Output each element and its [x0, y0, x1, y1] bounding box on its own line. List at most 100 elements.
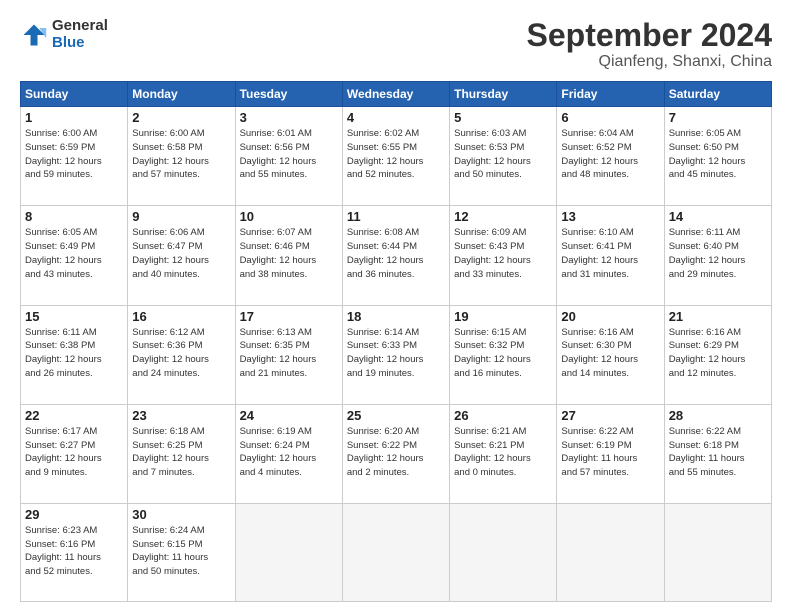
day-number: 14 — [669, 209, 767, 224]
table-row: 20 Sunrise: 6:16 AM Sunset: 6:30 PM Dayli… — [557, 305, 664, 404]
day-number: 9 — [132, 209, 230, 224]
header-monday: Monday — [128, 82, 235, 107]
day-info: Sunrise: 6:05 AM Sunset: 6:50 PM Dayligh… — [669, 127, 767, 182]
table-row — [342, 503, 449, 601]
page: General Blue September 2024 Qianfeng, Sh… — [0, 0, 792, 612]
table-row: 7 Sunrise: 6:05 AM Sunset: 6:50 PM Daylig… — [664, 107, 771, 206]
table-row: 5 Sunrise: 6:03 AM Sunset: 6:53 PM Daylig… — [450, 107, 557, 206]
day-info: Sunrise: 6:01 AM Sunset: 6:56 PM Dayligh… — [240, 127, 338, 182]
table-row: 23 Sunrise: 6:18 AM Sunset: 6:25 PM Dayli… — [128, 404, 235, 503]
table-row — [664, 503, 771, 601]
calendar-week-2: 8 Sunrise: 6:05 AM Sunset: 6:49 PM Daylig… — [21, 206, 772, 305]
table-row: 10 Sunrise: 6:07 AM Sunset: 6:46 PM Dayli… — [235, 206, 342, 305]
table-row: 1Sunrise: 6:00 AM Sunset: 6:59 PM Daylig… — [21, 107, 128, 206]
day-info: Sunrise: 6:05 AM Sunset: 6:49 PM Dayligh… — [25, 226, 123, 281]
day-info: Sunrise: 6:12 AM Sunset: 6:36 PM Dayligh… — [132, 326, 230, 381]
table-row — [557, 503, 664, 601]
logo-blue-text: Blue — [52, 35, 108, 52]
day-number: 25 — [347, 408, 445, 423]
header-friday: Friday — [557, 82, 664, 107]
table-row: 26 Sunrise: 6:21 AM Sunset: 6:21 PM Dayli… — [450, 404, 557, 503]
header-tuesday: Tuesday — [235, 82, 342, 107]
day-info: Sunrise: 6:11 AM Sunset: 6:38 PM Dayligh… — [25, 326, 123, 381]
day-info: Sunrise: 6:14 AM Sunset: 6:33 PM Dayligh… — [347, 326, 445, 381]
day-number: 10 — [240, 209, 338, 224]
day-number: 29 — [25, 507, 123, 522]
logo: General Blue — [20, 18, 108, 51]
table-row: 22Sunrise: 6:17 AM Sunset: 6:27 PM Dayli… — [21, 404, 128, 503]
day-number: 15 — [25, 309, 123, 324]
day-info: Sunrise: 6:16 AM Sunset: 6:30 PM Dayligh… — [561, 326, 659, 381]
day-number: 13 — [561, 209, 659, 224]
table-row: 29 Sunrise: 6:23 AM Sunset: 6:16 PM Dayli… — [21, 503, 128, 601]
day-number: 7 — [669, 110, 767, 125]
header: General Blue September 2024 Qianfeng, Sh… — [20, 18, 772, 71]
table-row — [235, 503, 342, 601]
table-row: 16Sunrise: 6:12 AM Sunset: 6:36 PM Dayli… — [128, 305, 235, 404]
table-row: 3 Sunrise: 6:01 AM Sunset: 6:56 PM Daylig… — [235, 107, 342, 206]
day-info: Sunrise: 6:24 AM Sunset: 6:15 PM Dayligh… — [132, 524, 230, 579]
day-number: 24 — [240, 408, 338, 423]
title-block: September 2024 Qianfeng, Shanxi, China — [527, 18, 772, 71]
day-info: Sunrise: 6:02 AM Sunset: 6:55 PM Dayligh… — [347, 127, 445, 182]
day-number: 18 — [347, 309, 445, 324]
day-info: Sunrise: 6:06 AM Sunset: 6:47 PM Dayligh… — [132, 226, 230, 281]
day-number: 4 — [347, 110, 445, 125]
day-info: Sunrise: 6:20 AM Sunset: 6:22 PM Dayligh… — [347, 425, 445, 480]
table-row: 4 Sunrise: 6:02 AM Sunset: 6:55 PM Daylig… — [342, 107, 449, 206]
day-number: 26 — [454, 408, 552, 423]
month-title: September 2024 — [527, 18, 772, 53]
day-number: 27 — [561, 408, 659, 423]
day-info: Sunrise: 6:11 AM Sunset: 6:40 PM Dayligh… — [669, 226, 767, 281]
calendar-week-3: 15 Sunrise: 6:11 AM Sunset: 6:38 PM Dayli… — [21, 305, 772, 404]
day-info: Sunrise: 6:21 AM Sunset: 6:21 PM Dayligh… — [454, 425, 552, 480]
day-number: 17 — [240, 309, 338, 324]
day-number: 12 — [454, 209, 552, 224]
day-info: Sunrise: 6:07 AM Sunset: 6:46 PM Dayligh… — [240, 226, 338, 281]
header-sunday: Sunday — [21, 82, 128, 107]
day-number: 22 — [25, 408, 123, 423]
table-row: 6Sunrise: 6:04 AM Sunset: 6:52 PM Daylig… — [557, 107, 664, 206]
header-saturday: Saturday — [664, 82, 771, 107]
day-info: Sunrise: 6:22 AM Sunset: 6:19 PM Dayligh… — [561, 425, 659, 480]
day-number: 2 — [132, 110, 230, 125]
day-info: Sunrise: 6:00 AM Sunset: 6:58 PM Dayligh… — [132, 127, 230, 182]
day-number: 23 — [132, 408, 230, 423]
table-row: 25 Sunrise: 6:20 AM Sunset: 6:22 PM Dayli… — [342, 404, 449, 503]
table-row: 11Sunrise: 6:08 AM Sunset: 6:44 PM Dayli… — [342, 206, 449, 305]
day-number: 20 — [561, 309, 659, 324]
table-row: 19 Sunrise: 6:15 AM Sunset: 6:32 PM Dayli… — [450, 305, 557, 404]
day-info: Sunrise: 6:13 AM Sunset: 6:35 PM Dayligh… — [240, 326, 338, 381]
table-row: 17 Sunrise: 6:13 AM Sunset: 6:35 PM Dayli… — [235, 305, 342, 404]
table-row: 28 Sunrise: 6:22 AM Sunset: 6:18 PM Dayli… — [664, 404, 771, 503]
day-number: 6 — [561, 110, 659, 125]
table-row: 13Sunrise: 6:10 AM Sunset: 6:41 PM Dayli… — [557, 206, 664, 305]
day-info: Sunrise: 6:22 AM Sunset: 6:18 PM Dayligh… — [669, 425, 767, 480]
day-info: Sunrise: 6:19 AM Sunset: 6:24 PM Dayligh… — [240, 425, 338, 480]
day-number: 21 — [669, 309, 767, 324]
calendar-week-4: 22Sunrise: 6:17 AM Sunset: 6:27 PM Dayli… — [21, 404, 772, 503]
table-row: 14 Sunrise: 6:11 AM Sunset: 6:40 PM Dayli… — [664, 206, 771, 305]
day-info: Sunrise: 6:23 AM Sunset: 6:16 PM Dayligh… — [25, 524, 123, 579]
logo-general-text: General — [52, 18, 108, 35]
table-row: 18 Sunrise: 6:14 AM Sunset: 6:33 PM Dayli… — [342, 305, 449, 404]
logo-icon — [20, 21, 48, 49]
header-wednesday: Wednesday — [342, 82, 449, 107]
day-number: 19 — [454, 309, 552, 324]
day-number: 3 — [240, 110, 338, 125]
header-row: Sunday Monday Tuesday Wednesday Thursday… — [21, 82, 772, 107]
calendar-table: Sunday Monday Tuesday Wednesday Thursday… — [20, 81, 772, 602]
location: Qianfeng, Shanxi, China — [527, 53, 772, 71]
table-row: 24 Sunrise: 6:19 AM Sunset: 6:24 PM Dayli… — [235, 404, 342, 503]
day-info: Sunrise: 6:15 AM Sunset: 6:32 PM Dayligh… — [454, 326, 552, 381]
day-number: 11 — [347, 209, 445, 224]
day-number: 28 — [669, 408, 767, 423]
table-row: 30Sunrise: 6:24 AM Sunset: 6:15 PM Dayli… — [128, 503, 235, 601]
day-number: 1 — [25, 110, 123, 125]
day-number: 8 — [25, 209, 123, 224]
day-number: 5 — [454, 110, 552, 125]
day-info: Sunrise: 6:09 AM Sunset: 6:43 PM Dayligh… — [454, 226, 552, 281]
day-info: Sunrise: 6:18 AM Sunset: 6:25 PM Dayligh… — [132, 425, 230, 480]
table-row: 15 Sunrise: 6:11 AM Sunset: 6:38 PM Dayli… — [21, 305, 128, 404]
day-info: Sunrise: 6:03 AM Sunset: 6:53 PM Dayligh… — [454, 127, 552, 182]
